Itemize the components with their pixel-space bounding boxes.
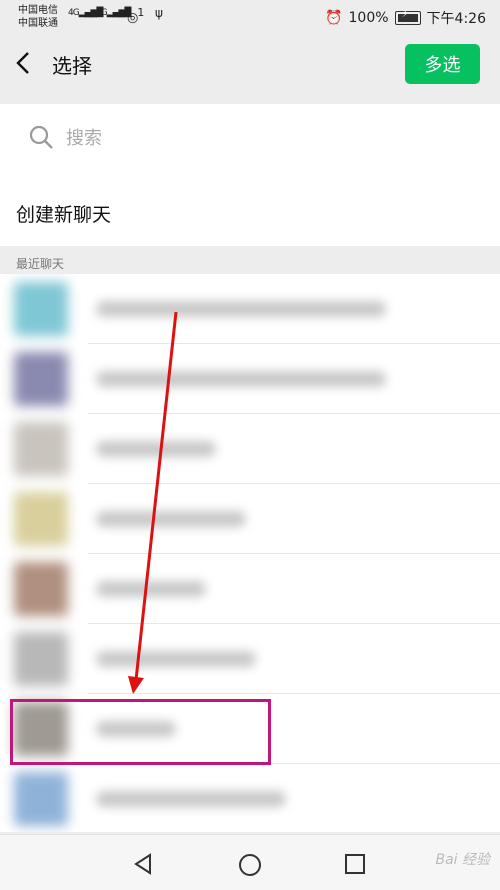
usb-icon: ψ: [155, 6, 163, 20]
contact-row[interactable]: [0, 554, 500, 624]
carrier-2: 中国联通: [18, 18, 58, 29]
avatar: [14, 422, 68, 476]
chevron-left-icon: [16, 52, 29, 74]
avatar: [14, 352, 68, 406]
recents-nav-icon[interactable]: [344, 853, 366, 875]
contact-name-blurred: [96, 581, 206, 597]
contact-name-blurred: [96, 791, 286, 807]
contact-row[interactable]: [0, 344, 500, 414]
clock: 下午4:26: [426, 11, 486, 27]
battery-icon: ⚡: [394, 9, 421, 25]
page-title: 选择: [52, 54, 92, 78]
search-container: 搜索: [0, 104, 500, 167]
avatar: [14, 492, 68, 546]
status-right: ⏰ 100% ⚡ 下午4:26: [325, 8, 486, 28]
watermark: Bai 经验: [435, 852, 490, 868]
recent-chats-label: 最近聊天: [16, 257, 65, 271]
status-bar: 中国电信 中国联通 4G▂▄▆█ 3G▂▄▆█ ◎1 ψ ⏰ 100% ⚡ 下午…: [0, 0, 500, 36]
contact-row[interactable]: [0, 414, 500, 484]
signal-3g-icon: 3G▂▄▆█: [96, 8, 131, 18]
avatar: [14, 282, 68, 336]
recent-chats-header: 最近聊天: [0, 246, 500, 274]
back-button[interactable]: [14, 48, 34, 78]
avatar: [14, 772, 68, 826]
home-nav-icon[interactable]: [238, 853, 262, 877]
create-new-chat-item[interactable]: 创建新聊天: [0, 166, 500, 246]
signal-4g-label: 4G: [68, 8, 80, 18]
contact-name-blurred: [96, 371, 386, 387]
title-bar: 选择 多选: [0, 36, 500, 94]
carrier-labels: 中国电信 中国联通: [18, 4, 58, 30]
avatar: [14, 632, 68, 686]
back-nav-icon[interactable]: [132, 853, 154, 875]
contact-name-blurred: [96, 651, 256, 667]
battery-percent: 100%: [348, 10, 389, 26]
contact-name-blurred: [96, 511, 246, 527]
signal-3g-label: 3G: [96, 8, 108, 18]
hotspot-icon: ◎1: [127, 6, 144, 26]
contact-row[interactable]: [0, 484, 500, 554]
contact-name-blurred: [96, 301, 386, 317]
carrier-1: 中国电信: [18, 5, 58, 16]
alarm-icon: ⏰: [325, 10, 343, 26]
search-placeholder: 搜索: [66, 128, 102, 149]
create-new-chat-label: 创建新聊天: [16, 204, 112, 226]
highlight-box: [10, 699, 271, 765]
search-input[interactable]: 搜索: [10, 104, 490, 167]
multi-select-button[interactable]: 多选: [405, 44, 480, 84]
contact-row[interactable]: [0, 274, 500, 344]
navigation-bar: Bai 经验: [0, 834, 500, 890]
hotspot-badge: 1: [137, 6, 144, 19]
contact-row[interactable]: [0, 764, 500, 832]
contact-row[interactable]: [0, 624, 500, 694]
contact-name-blurred: [96, 441, 216, 457]
avatar: [14, 562, 68, 616]
search-icon: [29, 125, 53, 149]
